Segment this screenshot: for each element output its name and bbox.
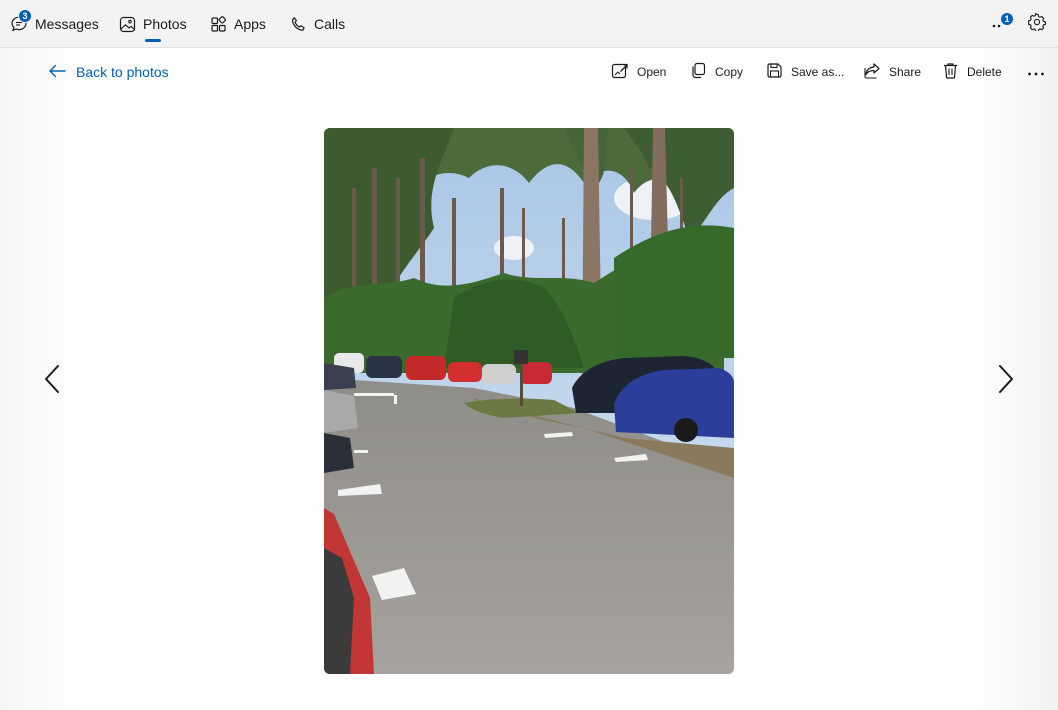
open-label: Open xyxy=(637,65,667,79)
save-as-button[interactable]: Save as... xyxy=(766,60,844,84)
tab-apps-label: Apps xyxy=(234,16,266,32)
settings-button[interactable] xyxy=(1024,11,1050,37)
tab-apps[interactable]: Apps xyxy=(210,0,266,48)
more-options-button[interactable] xyxy=(1024,60,1048,84)
open-icon xyxy=(611,62,629,83)
tab-calls[interactable]: Calls xyxy=(290,0,345,48)
share-button[interactable]: Share xyxy=(863,60,921,84)
share-icon xyxy=(863,62,881,82)
message-icon: 3 xyxy=(10,9,32,33)
gear-icon xyxy=(1028,12,1046,36)
phone-icon xyxy=(290,16,307,33)
chevron-left-icon xyxy=(44,364,60,399)
tab-messages[interactable]: 3 Messages xyxy=(10,0,99,48)
share-label: Share xyxy=(889,65,922,79)
selected-tab-indicator xyxy=(145,39,161,42)
more-icon xyxy=(1027,65,1045,79)
next-photo-button[interactable] xyxy=(994,364,1018,398)
copy-button[interactable]: Copy xyxy=(690,60,743,84)
delete-label: Delete xyxy=(967,65,1002,79)
save-as-label: Save as... xyxy=(791,65,845,79)
copy-label: Copy xyxy=(715,65,744,79)
nav-overflow-button[interactable]: 1 xyxy=(984,10,1014,38)
tab-messages-label: Messages xyxy=(35,16,99,32)
trash-icon xyxy=(942,62,959,82)
messages-badge: 3 xyxy=(18,9,32,23)
tab-calls-label: Calls xyxy=(314,16,346,32)
chevron-right-icon xyxy=(998,364,1014,399)
delete-button[interactable]: Delete xyxy=(942,60,1002,84)
save-icon xyxy=(766,62,783,82)
overflow-badge: 1 xyxy=(1000,12,1014,26)
photo-viewer: Back to photos Open Copy Save as... Shar… xyxy=(0,48,1058,710)
copy-icon xyxy=(690,62,707,82)
open-button[interactable]: Open xyxy=(611,60,666,84)
photo-icon xyxy=(119,16,136,33)
photo-toolbar: Open Copy Save as... Share Delete xyxy=(0,60,1058,84)
apps-icon xyxy=(210,15,227,33)
tab-photos-label: Photos xyxy=(143,16,187,32)
previous-photo-button[interactable] xyxy=(40,364,64,398)
top-nav-bar: 3 Messages Photos Apps Calls 1 xyxy=(0,0,1058,48)
displayed-photo xyxy=(324,128,734,674)
